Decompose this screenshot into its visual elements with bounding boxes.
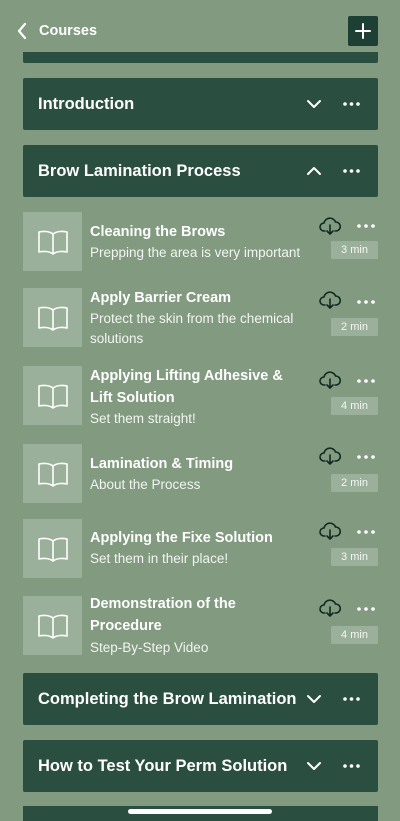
- download-icon[interactable]: [319, 290, 341, 310]
- chevron-up-icon[interactable]: [306, 164, 322, 178]
- lesson-title: Applying Lifting Adhesive & Lift Solutio…: [90, 368, 283, 406]
- home-indicator[interactable]: [128, 809, 272, 814]
- section-title: Introduction: [38, 94, 135, 113]
- section-title: How to Test Your Perm Solution: [38, 756, 288, 775]
- book-icon: [37, 462, 68, 487]
- more-options-icon[interactable]: [343, 759, 360, 773]
- duration-badge: 4 min: [331, 626, 378, 644]
- section-brow-lamination-process[interactable]: Brow Lamination Process: [23, 145, 378, 197]
- section-introduction[interactable]: Introduction: [23, 78, 378, 130]
- section-test-perm-solution[interactable]: How to Test Your Perm Solution: [23, 740, 378, 792]
- lesson-thumbnail: [23, 519, 82, 578]
- lesson-title: Demonstration of the Procedure: [90, 596, 236, 634]
- lesson-subtitle: Set them straight!: [90, 411, 196, 426]
- back-button[interactable]: Courses: [16, 20, 97, 42]
- lesson-item[interactable]: Demonstration of the Procedure Step-By-S…: [23, 596, 378, 656]
- book-icon: [37, 306, 68, 331]
- duration-badge: 2 min: [331, 474, 378, 492]
- lesson-thumbnail: [23, 596, 82, 655]
- lesson-title: Lamination & Timing: [90, 456, 234, 472]
- lesson-subtitle: Protect the skin from the chemical solut…: [90, 311, 294, 346]
- book-icon: [37, 614, 68, 639]
- download-icon[interactable]: [319, 446, 341, 466]
- lesson-subtitle: Prepping the area is very important: [90, 245, 301, 260]
- lesson-thumbnail: [23, 288, 82, 347]
- lesson-subtitle: About the Process: [90, 477, 201, 492]
- more-options-icon[interactable]: [343, 692, 360, 706]
- previous-section-edge: [23, 52, 378, 63]
- more-options-icon[interactable]: [357, 527, 375, 537]
- book-icon: [37, 230, 68, 255]
- duration-badge: 3 min: [331, 241, 378, 259]
- more-options-icon[interactable]: [357, 376, 375, 386]
- duration-badge: 2 min: [331, 318, 378, 336]
- lesson-item[interactable]: Apply Barrier Cream Protect the skin fro…: [23, 288, 378, 348]
- lesson-thumbnail: [23, 366, 82, 425]
- section-completing-brow-lamination[interactable]: Completing the Brow Lamination: [23, 673, 378, 725]
- duration-badge: 4 min: [331, 397, 378, 415]
- more-options-icon[interactable]: [357, 604, 375, 614]
- book-icon: [37, 384, 68, 409]
- chevron-left-icon: [17, 22, 27, 40]
- plus-icon: [355, 23, 371, 39]
- chevron-down-icon[interactable]: [306, 692, 322, 706]
- more-options-icon[interactable]: [343, 164, 360, 178]
- more-options-icon[interactable]: [357, 221, 375, 231]
- lesson-item[interactable]: Applying Lifting Adhesive & Lift Solutio…: [23, 366, 378, 426]
- duration-badge: 3 min: [331, 548, 378, 566]
- download-icon[interactable]: [319, 370, 341, 390]
- more-options-icon[interactable]: [357, 452, 375, 462]
- lesson-title: Cleaning the Brows: [90, 224, 226, 240]
- lesson-thumbnail: [23, 212, 82, 271]
- lesson-item[interactable]: Lamination & Timing About the Process 2 …: [23, 444, 378, 504]
- lesson-thumbnail: [23, 444, 82, 503]
- more-options-icon[interactable]: [357, 297, 375, 307]
- lesson-subtitle: Step-By-Step Video: [90, 640, 209, 655]
- download-icon[interactable]: [319, 598, 341, 618]
- lesson-item[interactable]: Applying the Fixe Solution Set them in t…: [23, 519, 378, 579]
- chevron-down-icon[interactable]: [306, 97, 322, 111]
- section-title: Completing the Brow Lamination: [38, 689, 297, 708]
- chevron-down-icon[interactable]: [306, 759, 322, 773]
- lesson-title: Applying the Fixe Solution: [90, 530, 273, 546]
- lesson-item[interactable]: Cleaning the Brows Prepping the area is …: [23, 212, 378, 272]
- section-title: Brow Lamination Process: [38, 161, 241, 180]
- download-icon[interactable]: [319, 521, 341, 541]
- back-label: Courses: [39, 23, 98, 39]
- download-icon[interactable]: [319, 216, 341, 236]
- lesson-title: Apply Barrier Cream: [90, 290, 232, 306]
- book-icon: [37, 537, 68, 562]
- lesson-subtitle: Set them in their place!: [90, 551, 229, 566]
- add-button[interactable]: [348, 16, 378, 46]
- more-options-icon[interactable]: [343, 97, 360, 111]
